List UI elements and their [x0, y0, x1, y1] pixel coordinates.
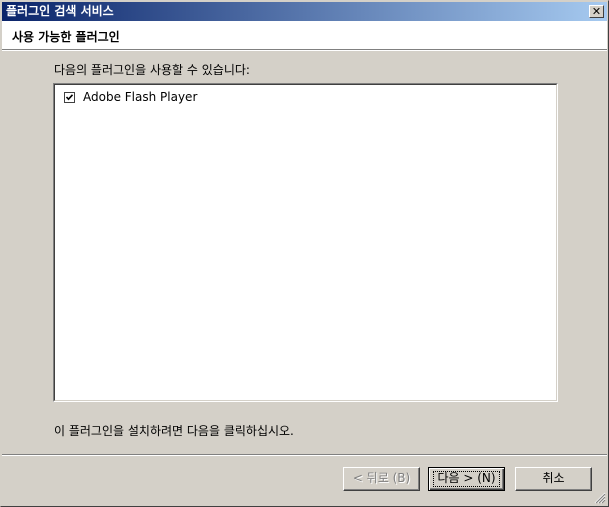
back-button-label: < 뒤로 (B) [352, 471, 411, 485]
plugin-name: Adobe Flash Player [83, 90, 198, 104]
plugin-checkbox[interactable] [64, 91, 75, 103]
close-button[interactable]: ✕ [589, 5, 604, 18]
install-instruction: 이 플러그인을 설치하려면 다음을 클릭하십시오. [54, 424, 294, 438]
header-divider [2, 50, 607, 51]
plugin-list[interactable]: Adobe Flash Player [53, 83, 558, 402]
footer-divider-highlight [2, 455, 607, 456]
checkmark-icon [65, 93, 74, 100]
next-button-label: 다음 > (N) [437, 471, 496, 485]
window-title: 플러그인 검색 서비스 [6, 4, 114, 18]
cancel-button[interactable]: 취소 [515, 467, 592, 491]
wizard-header: 사용 가능한 플러그인 [2, 21, 607, 50]
list-item[interactable]: Adobe Flash Player [64, 89, 197, 105]
plugin-finder-dialog: 플러그인 검색 서비스 ✕ 사용 가능한 플러그인 다음의 플러그인을 사용할 … [0, 0, 609, 507]
plugin-list-frame: Adobe Flash Player [54, 84, 557, 401]
cancel-button-label: 취소 [542, 471, 565, 485]
title-bar[interactable]: 플러그인 검색 서비스 ✕ [2, 2, 607, 21]
close-icon: ✕ [591, 5, 602, 18]
available-plugins-label: 다음의 플러그인을 사용할 수 있습니다: [54, 63, 250, 77]
back-button[interactable]: < 뒤로 (B) [343, 467, 420, 491]
next-button[interactable]: 다음 > (N) [428, 467, 505, 491]
resize-grip-icon[interactable] [594, 492, 606, 504]
page-title: 사용 가능한 플러그인 [12, 30, 120, 44]
